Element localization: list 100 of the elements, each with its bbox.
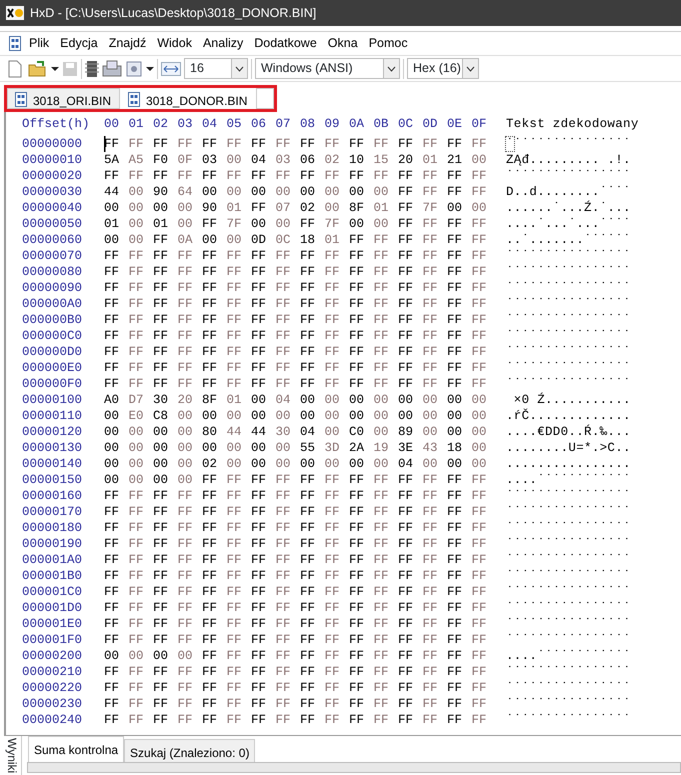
byte-cell[interactable]: FF xyxy=(104,680,128,696)
byte-cell[interactable]: FF xyxy=(178,536,202,552)
byte-cell[interactable]: FF xyxy=(300,296,324,312)
byte-cell[interactable]: FF xyxy=(422,712,447,728)
byte-cell[interactable]: FF xyxy=(276,280,300,296)
byte-cell[interactable]: FF xyxy=(374,680,398,696)
byte-cell[interactable]: FF xyxy=(104,296,128,312)
byte-cell[interactable]: FF xyxy=(153,632,178,648)
byte-cell[interactable]: 00 xyxy=(128,200,153,216)
byte-cell[interactable]: FF xyxy=(300,328,324,344)
byte-cell[interactable]: FF xyxy=(300,344,324,360)
byte-cell[interactable]: FF xyxy=(104,600,128,616)
byte-cell[interactable]: 02 xyxy=(324,152,349,168)
byte-cell[interactable]: 00 xyxy=(447,392,472,408)
byte-cell[interactable]: 00 xyxy=(251,408,276,424)
byte-cell[interactable]: FF xyxy=(349,376,374,392)
byte-cell[interactable]: FF xyxy=(202,328,226,344)
byte-cell[interactable]: FF xyxy=(128,632,153,648)
byte-cell[interactable]: FF xyxy=(128,664,153,680)
byte-cell[interactable]: FF xyxy=(349,584,374,600)
byte-cell[interactable]: FF xyxy=(472,488,496,504)
byte-cell[interactable]: 7F xyxy=(324,216,349,232)
byte-cell[interactable]: 00 xyxy=(251,440,276,456)
byte-cell[interactable]: 00 xyxy=(422,392,447,408)
byte-cell[interactable]: 00 xyxy=(251,184,276,200)
byte-cell[interactable]: 00 xyxy=(472,408,496,424)
byte-cell[interactable]: 00 xyxy=(202,440,226,456)
byte-cell[interactable]: 00 xyxy=(374,216,398,232)
byte-cell[interactable]: FF xyxy=(178,328,202,344)
byte-cell[interactable]: FF xyxy=(324,600,349,616)
byte-cell[interactable]: FF xyxy=(153,552,178,568)
byte-cell[interactable]: FF xyxy=(178,664,202,680)
byte-cell[interactable]: FF xyxy=(276,600,300,616)
menu-item[interactable]: Okna xyxy=(324,33,362,54)
byte-cell[interactable]: FF xyxy=(202,136,226,152)
byte-cell[interactable]: FF xyxy=(202,568,226,584)
byte-cell[interactable]: FF xyxy=(324,712,349,728)
byte-cell[interactable]: FF xyxy=(300,216,324,232)
byte-cell[interactable]: FF xyxy=(202,344,226,360)
byte-cell[interactable]: FF xyxy=(398,216,422,232)
byte-cell[interactable]: 00 xyxy=(226,408,251,424)
byte-cell[interactable]: FF xyxy=(251,680,276,696)
byte-cell[interactable]: FF xyxy=(324,472,349,488)
byte-cell[interactable]: E0 xyxy=(128,408,153,424)
byte-cell[interactable]: FF xyxy=(153,232,178,248)
byte-cell[interactable]: 90 xyxy=(202,200,226,216)
byte-cell[interactable]: FF xyxy=(300,696,324,712)
byte-cell[interactable]: FF xyxy=(374,648,398,664)
byte-cell[interactable]: FF xyxy=(447,376,472,392)
byte-cell[interactable]: 00 xyxy=(153,456,178,472)
byte-cell[interactable]: 01 xyxy=(226,200,251,216)
byte-cell[interactable]: FF xyxy=(398,680,422,696)
byte-cell[interactable]: FF xyxy=(422,344,447,360)
byte-cell[interactable]: FF xyxy=(153,600,178,616)
byte-cell[interactable]: 00 xyxy=(374,408,398,424)
byte-cell[interactable]: FF xyxy=(202,584,226,600)
byte-cell[interactable]: FF xyxy=(128,328,153,344)
byte-cell[interactable]: FF xyxy=(300,536,324,552)
byte-cell[interactable]: FF xyxy=(374,696,398,712)
byte-cell[interactable]: 5A xyxy=(104,152,128,168)
byte-cell[interactable]: FF xyxy=(300,664,324,680)
byte-cell[interactable]: FF xyxy=(226,632,251,648)
byte-cell[interactable]: FF xyxy=(300,504,324,520)
byte-cell[interactable]: 44 xyxy=(251,424,276,440)
byte-cell[interactable]: FF xyxy=(300,376,324,392)
byte-cell[interactable]: A5 xyxy=(128,152,153,168)
byte-cell[interactable]: FF xyxy=(472,168,496,184)
column-width-icon[interactable] xyxy=(161,62,181,76)
byte-cell[interactable]: FF xyxy=(226,520,251,536)
byte-cell[interactable]: FF xyxy=(422,696,447,712)
byte-cell[interactable]: FF xyxy=(447,568,472,584)
byte-cell[interactable]: FF xyxy=(398,344,422,360)
menu-item[interactable]: Edycja xyxy=(56,33,102,54)
byte-cell[interactable]: FF xyxy=(128,360,153,376)
byte-cell[interactable]: FF xyxy=(472,616,496,632)
byte-cell[interactable]: FF xyxy=(251,600,276,616)
byte-cell[interactable]: C8 xyxy=(153,408,178,424)
byte-cell[interactable]: FF xyxy=(447,616,472,632)
byte-cell[interactable]: FF xyxy=(226,664,251,680)
byte-cell[interactable]: 00 xyxy=(104,440,128,456)
byte-cell[interactable]: FF xyxy=(472,472,496,488)
byte-cell[interactable]: FF xyxy=(226,312,251,328)
byte-cell[interactable]: FF xyxy=(251,168,276,184)
byte-cell[interactable]: FF xyxy=(324,248,349,264)
byte-cell[interactable]: FF xyxy=(178,696,202,712)
menu-item[interactable]: Analizy xyxy=(198,33,248,54)
byte-cell[interactable]: FF xyxy=(472,360,496,376)
byte-cell[interactable]: FF xyxy=(104,520,128,536)
byte-cell[interactable]: 00 xyxy=(178,408,202,424)
chip-icon[interactable] xyxy=(85,60,99,78)
byte-cell[interactable]: 00 xyxy=(226,456,251,472)
byte-cell[interactable]: FF xyxy=(202,376,226,392)
byte-cell[interactable]: FF xyxy=(398,664,422,680)
byte-cell[interactable]: FF xyxy=(202,168,226,184)
byte-cell[interactable]: FF xyxy=(104,280,128,296)
byte-cell[interactable]: 00 xyxy=(324,424,349,440)
byte-cell[interactable]: FF xyxy=(472,632,496,648)
byte-cell[interactable]: FF xyxy=(300,472,324,488)
byte-cell[interactable]: FF xyxy=(104,632,128,648)
byte-cell[interactable]: FF xyxy=(374,232,398,248)
